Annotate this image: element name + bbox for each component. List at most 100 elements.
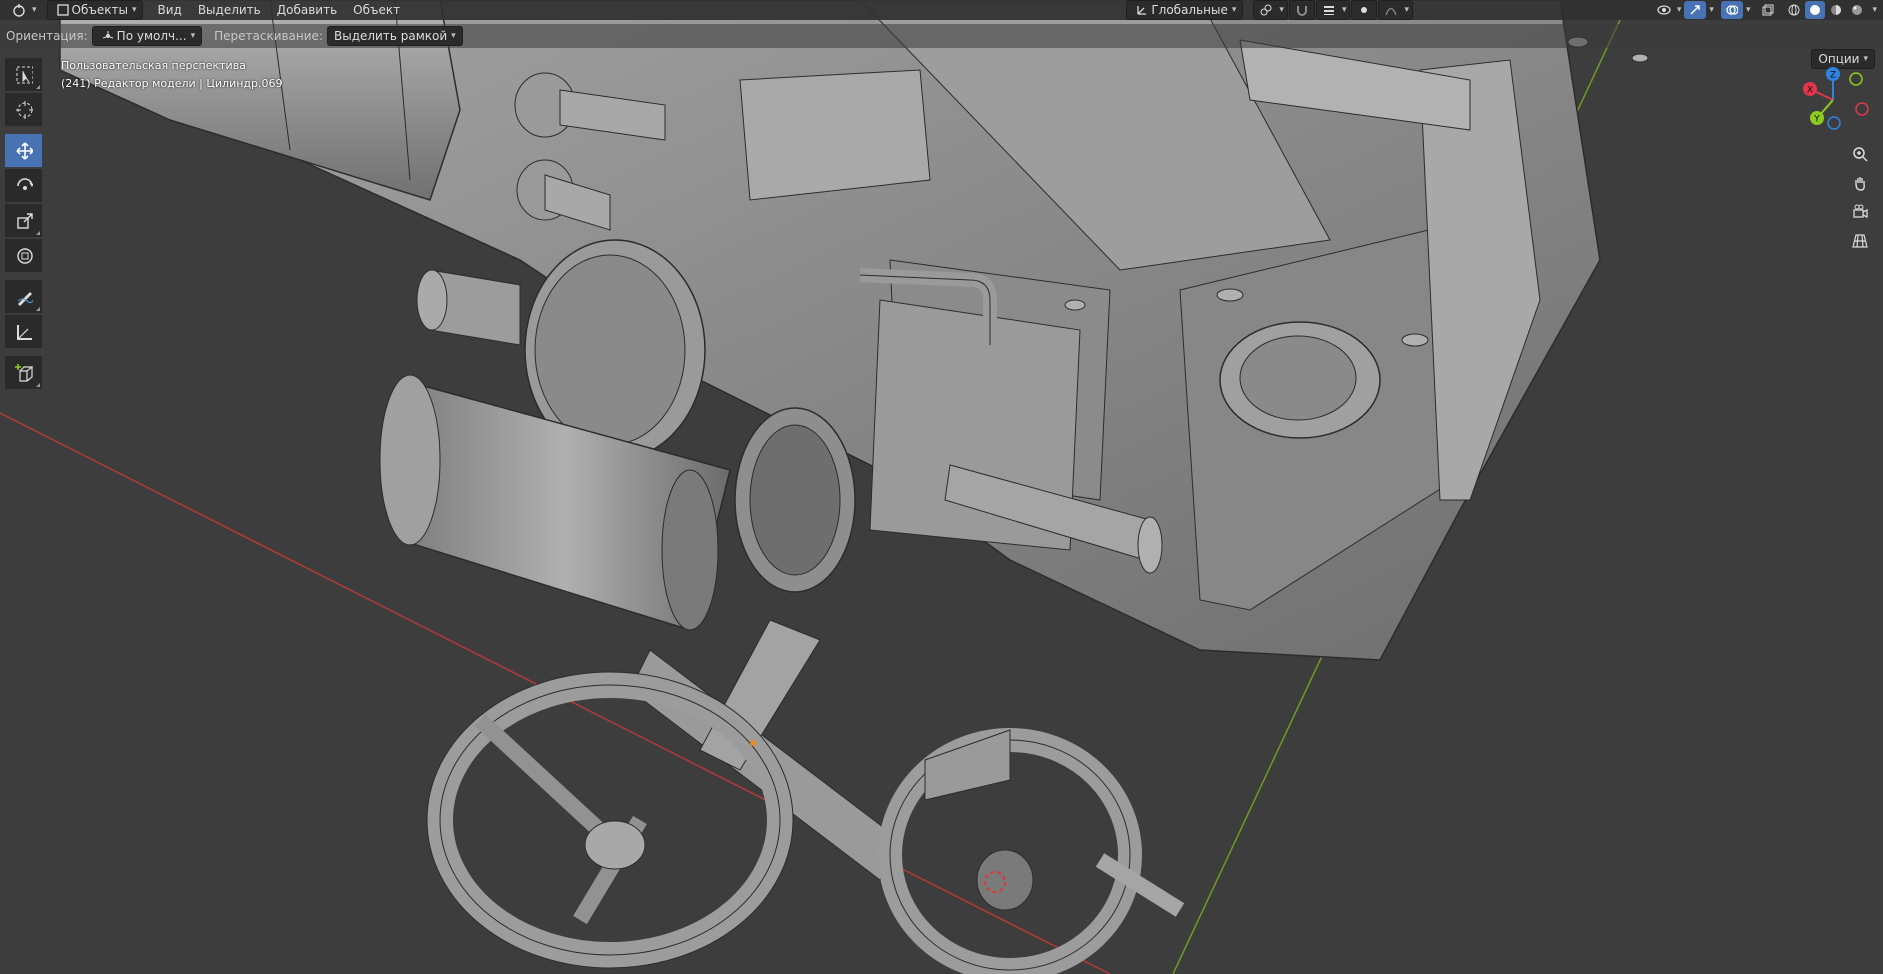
move-arrows-icon bbox=[15, 141, 33, 160]
corner-indicator bbox=[36, 231, 40, 235]
rotate-icon bbox=[15, 177, 33, 195]
chevron-down-icon: ▾ bbox=[131, 5, 137, 15]
corner-indicator bbox=[36, 85, 40, 89]
chevron-down-icon: ▾ bbox=[1863, 54, 1868, 64]
ruler-icon bbox=[15, 323, 33, 341]
visibility-dropdown[interactable]: ▾ bbox=[1653, 1, 1684, 19]
pivot-point-dropdown[interactable]: ▾ bbox=[1253, 0, 1288, 20]
scale-icon bbox=[15, 212, 33, 230]
proportional-edit-toggle[interactable] bbox=[1351, 0, 1378, 20]
select-box-tool[interactable] bbox=[5, 58, 42, 91]
3d-viewport[interactable]: ▾ Объекты ▾ Вид Выделить Добавить Объект… bbox=[0, 0, 1883, 974]
perspective-toggle-button[interactable] bbox=[1848, 229, 1872, 253]
view-name: Пользовательская перспектива bbox=[61, 59, 246, 72]
chevron-down-icon[interactable]: ▾ bbox=[1872, 5, 1877, 15]
orientation-label: Глобальные bbox=[1151, 3, 1228, 17]
drag-value: Выделить рамкой bbox=[333, 29, 448, 43]
snap-increment-icon bbox=[1320, 1, 1338, 19]
proportional-edit-icon bbox=[1355, 1, 1373, 19]
scale-tool[interactable] bbox=[5, 204, 42, 237]
orientation-axes-icon bbox=[1133, 1, 1151, 19]
chevron-down-icon: ▾ bbox=[32, 5, 37, 15]
cursor-icon bbox=[15, 100, 33, 119]
x-axis-label: X bbox=[1807, 86, 1813, 96]
overlays-toggle[interactable] bbox=[1720, 1, 1743, 19]
rendered-sphere-icon bbox=[1848, 1, 1866, 19]
chevron-down-icon: ▾ bbox=[1676, 5, 1682, 15]
orientation-value: По умолч... bbox=[116, 29, 187, 43]
transform-tool[interactable] bbox=[5, 239, 42, 272]
chevron-down-icon: ▾ bbox=[190, 31, 196, 41]
annotate-tool[interactable] bbox=[5, 280, 42, 313]
orientation-gizmo-icon bbox=[99, 27, 117, 45]
cursor-tool[interactable] bbox=[5, 93, 42, 126]
rotate-tool[interactable] bbox=[5, 169, 42, 202]
editor-type-icon bbox=[10, 1, 28, 19]
chevron-down-icon: ▾ bbox=[451, 31, 456, 41]
camera-icon bbox=[1851, 203, 1869, 221]
material-sphere-icon bbox=[1827, 1, 1845, 19]
viewport-header: ▾ Объекты ▾ Вид Выделить Добавить Объект… bbox=[0, 0, 1883, 20]
menu-object[interactable]: Объект bbox=[345, 0, 408, 20]
neg-y-handle bbox=[1849, 72, 1863, 86]
right-header-group: ▾ ▾ ▾ ▾ bbox=[1653, 1, 1877, 19]
orientation-dropdown[interactable]: По умолч... ▾ bbox=[91, 26, 203, 46]
tool-shelf bbox=[5, 58, 43, 391]
chevron-down-icon: ▾ bbox=[1341, 5, 1347, 15]
add-cube-icon bbox=[14, 363, 33, 382]
overlays-icon bbox=[1723, 1, 1741, 19]
hand-icon bbox=[1851, 174, 1869, 192]
measure-tool[interactable] bbox=[5, 315, 42, 348]
z-axis-label: Z bbox=[1830, 71, 1836, 81]
magnet-icon bbox=[1293, 1, 1311, 19]
magnifier-icon bbox=[1851, 145, 1869, 163]
xray-toggle[interactable] bbox=[1757, 1, 1779, 19]
shading-solid[interactable] bbox=[1805, 1, 1826, 19]
chevron-down-icon: ▾ bbox=[1279, 5, 1284, 15]
viewport-info: Пользовательская перспектива (241) Редак… bbox=[61, 57, 283, 93]
neg-x-handle bbox=[1855, 102, 1869, 116]
solid-sphere-icon bbox=[1806, 1, 1824, 19]
navigation-gizmo[interactable]: Z X Y bbox=[1792, 64, 1874, 134]
object-origin bbox=[750, 740, 756, 746]
add-cube-tool[interactable] bbox=[5, 356, 42, 389]
model-render bbox=[0, 0, 1883, 974]
gizmo-icon bbox=[1686, 1, 1704, 19]
object-mode-icon bbox=[54, 1, 72, 19]
falloff-dropdown[interactable]: ▾ bbox=[1378, 0, 1413, 20]
pan-button[interactable] bbox=[1848, 171, 1872, 195]
menu-add[interactable]: Добавить bbox=[269, 0, 345, 20]
y-axis-label: Y bbox=[1813, 115, 1820, 125]
shading-rendered[interactable] bbox=[1847, 1, 1867, 19]
chevron-down-icon[interactable]: ▾ bbox=[1709, 5, 1714, 15]
chevron-down-icon: ▾ bbox=[1404, 5, 1409, 15]
gizmo-toggle[interactable] bbox=[1684, 1, 1707, 19]
pencil-icon bbox=[15, 288, 33, 306]
interaction-mode-dropdown[interactable]: Объекты ▾ bbox=[46, 0, 144, 20]
falloff-curve-icon bbox=[1382, 1, 1400, 19]
object-info: (241) Редактор модели | Цилиндр.069 bbox=[61, 77, 283, 90]
drag-dropdown[interactable]: Выделить рамкой ▾ bbox=[326, 26, 463, 46]
shading-material[interactable] bbox=[1826, 1, 1846, 19]
move-tool[interactable] bbox=[5, 134, 42, 167]
editor-type-button[interactable]: ▾ bbox=[4, 1, 43, 19]
select-box-icon bbox=[15, 66, 33, 84]
chevron-down-icon: ▾ bbox=[1231, 5, 1237, 15]
eye-icon bbox=[1655, 1, 1673, 19]
pivot-icon bbox=[1257, 1, 1275, 19]
snap-target-dropdown[interactable]: ▾ bbox=[1315, 0, 1351, 20]
zoom-button[interactable] bbox=[1848, 142, 1872, 166]
xray-icon bbox=[1759, 1, 1777, 19]
menu-select[interactable]: Выделить bbox=[190, 0, 269, 20]
menu-view[interactable]: Вид bbox=[149, 0, 189, 20]
orientation-field-label: Ориентация: bbox=[6, 29, 88, 43]
tool-settings-bar: Ориентация: По умолч... ▾ Перетаскивание… bbox=[0, 24, 1883, 69]
grid-perspective-icon bbox=[1851, 232, 1869, 250]
transform-orientation-dropdown[interactable]: Глобальные ▾ bbox=[1126, 0, 1244, 20]
chevron-down-icon[interactable]: ▾ bbox=[1746, 5, 1751, 15]
snap-toggle[interactable] bbox=[1288, 0, 1315, 20]
pivot-snapping-group: ▾ ▾ ▾ bbox=[1253, 0, 1413, 20]
camera-view-button[interactable] bbox=[1848, 200, 1872, 224]
drag-field-label: Перетаскивание: bbox=[214, 29, 323, 43]
shading-wireframe[interactable] bbox=[1784, 1, 1804, 19]
